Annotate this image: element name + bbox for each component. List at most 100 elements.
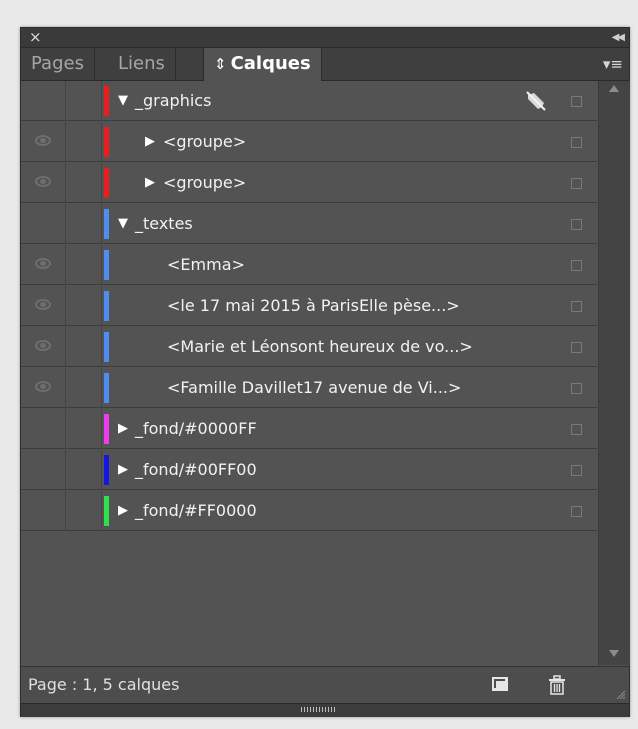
disclosure-collapsed-icon[interactable]: ▶ — [145, 122, 155, 162]
visibility-toggle[interactable] — [21, 81, 66, 121]
lock-toggle[interactable] — [65, 245, 102, 285]
layer-color-swatch — [104, 455, 109, 485]
new-layer-icon[interactable] — [491, 676, 509, 692]
resize-handle-icon[interactable] — [301, 707, 337, 712]
selection-box[interactable] — [571, 219, 582, 230]
selection-box[interactable] — [571, 260, 582, 271]
tab-calques-label: Calques — [230, 53, 311, 74]
layer-name: _fond/#0000FF — [135, 419, 257, 438]
lock-toggle[interactable] — [65, 450, 102, 490]
layer-name: _fond/#00FF00 — [135, 460, 257, 479]
layer-row[interactable]: ▶ <groupe> — [21, 163, 597, 203]
layer-name: <groupe> — [163, 173, 247, 192]
visibility-toggle[interactable] — [21, 122, 66, 162]
lock-toggle[interactable] — [65, 491, 102, 531]
eye-icon — [35, 135, 51, 146]
selection-box[interactable] — [571, 424, 582, 435]
layer-color-swatch — [104, 332, 109, 362]
disclosure-collapsed-icon[interactable]: ▶ — [118, 491, 128, 531]
lock-toggle[interactable] — [65, 409, 102, 449]
selection-box[interactable] — [571, 342, 582, 353]
tab-pages[interactable]: Pages — [21, 48, 95, 80]
collapse-panel-icon[interactable]: ◀◀ — [612, 28, 625, 47]
disclosure-collapsed-icon[interactable]: ▶ — [118, 409, 128, 449]
lock-toggle[interactable] — [65, 204, 102, 244]
eye-icon — [35, 340, 51, 351]
visibility-toggle[interactable] — [21, 409, 66, 449]
visibility-toggle[interactable] — [21, 204, 66, 244]
resize-grip-icon[interactable] — [615, 689, 625, 699]
selection-box[interactable] — [571, 301, 582, 312]
layer-color-swatch — [104, 86, 109, 116]
tab-liens[interactable]: Liens — [108, 48, 176, 80]
layer-color-swatch — [104, 496, 109, 526]
layer-color-swatch — [104, 373, 109, 403]
scrollbar[interactable] — [598, 81, 630, 665]
tab-liens-label: Liens — [118, 53, 165, 74]
layer-row[interactable]: ▶ _fond/#00FF00 — [21, 450, 597, 490]
selection-box[interactable] — [571, 137, 582, 148]
disclosure-expanded-icon[interactable]: ▼ — [118, 204, 128, 244]
layer-color-swatch — [104, 250, 109, 280]
visibility-toggle[interactable] — [21, 286, 66, 326]
scroll-up-arrow-icon[interactable] — [609, 85, 619, 92]
selection-box[interactable] — [571, 465, 582, 476]
lock-toggle[interactable] — [65, 163, 102, 203]
disclosure-expanded-icon[interactable]: ▼ — [118, 81, 128, 121]
visibility-toggle[interactable] — [21, 245, 66, 285]
layer-row[interactable]: ▼ _textes — [21, 204, 597, 244]
visibility-toggle[interactable] — [21, 327, 66, 367]
panel-footer: Page : 1, 5 calques — [21, 666, 629, 703]
visibility-toggle[interactable] — [21, 163, 66, 203]
tab-calques[interactable]: ⇕ Calques — [203, 48, 322, 81]
status-text: Page : 1, 5 calques — [28, 675, 180, 694]
up-down-arrows-icon: ⇕ — [214, 55, 227, 73]
lock-toggle[interactable] — [65, 368, 102, 408]
tab-pages-label: Pages — [31, 53, 84, 74]
layer-row[interactable]: ▶ _fond/#0000FF — [21, 409, 597, 449]
lock-toggle[interactable] — [65, 81, 102, 121]
layer-name: <Marie et Léonsont heureux de vo...> — [167, 337, 473, 356]
lock-toggle[interactable] — [65, 122, 102, 162]
disclosure-collapsed-icon[interactable]: ▶ — [118, 450, 128, 490]
layer-color-swatch — [104, 414, 109, 444]
layer-row[interactable]: <Marie et Léonsont heureux de vo...> — [21, 327, 597, 367]
layer-row[interactable]: ▶ <groupe> — [21, 122, 597, 162]
lock-toggle[interactable] — [65, 327, 102, 367]
layer-name: <Emma> — [167, 255, 245, 274]
layer-row[interactable]: <le 17 mai 2015 à ParisElle pèse...> — [21, 286, 597, 326]
close-icon[interactable]: × — [29, 28, 42, 47]
layer-color-swatch — [104, 209, 109, 239]
selection-box[interactable] — [571, 96, 582, 107]
selection-box[interactable] — [571, 383, 582, 394]
layer-list: ▼ _graphics ▶ <groupe> ▶ <groupe> ▼ _textes <Emm… — [21, 81, 597, 665]
layer-name: <le 17 mai 2015 à ParisElle pèse...> — [167, 296, 460, 315]
lock-toggle[interactable] — [65, 286, 102, 326]
layer-row[interactable]: ▼ _graphics — [21, 81, 597, 121]
layer-row[interactable]: ▶ _fond/#FF0000 — [21, 491, 597, 531]
visibility-toggle[interactable] — [21, 368, 66, 408]
visibility-toggle[interactable] — [21, 450, 66, 490]
selection-box[interactable] — [571, 506, 582, 517]
layer-name: _fond/#FF0000 — [135, 501, 257, 520]
layer-color-swatch — [104, 168, 109, 198]
layers-panel: × ◀◀ Pages Liens ⇕ Calques ▾≡ ▼ _graphics ▶… — [20, 27, 630, 717]
eye-icon — [35, 381, 51, 392]
selection-box[interactable] — [571, 178, 582, 189]
layer-name: _textes — [135, 214, 193, 233]
disclosure-collapsed-icon[interactable]: ▶ — [145, 163, 155, 203]
visibility-toggle[interactable] — [21, 491, 66, 531]
panel-resize-bar — [21, 703, 629, 717]
eye-icon — [35, 258, 51, 269]
layer-name: <groupe> — [163, 132, 247, 151]
layer-row[interactable]: <Emma> — [21, 245, 597, 285]
panel-menu-icon[interactable]: ▾≡ — [603, 48, 623, 80]
layer-row[interactable]: <Famille Davillet17 avenue de Vi...> — [21, 368, 597, 408]
eye-icon — [35, 176, 51, 187]
eye-icon — [35, 299, 51, 310]
pin-icon[interactable] — [524, 89, 548, 113]
scroll-down-arrow-icon[interactable] — [609, 650, 619, 657]
panel-titlebar: × ◀◀ — [21, 28, 629, 48]
trash-icon[interactable] — [548, 675, 566, 695]
layer-color-swatch — [104, 127, 109, 157]
